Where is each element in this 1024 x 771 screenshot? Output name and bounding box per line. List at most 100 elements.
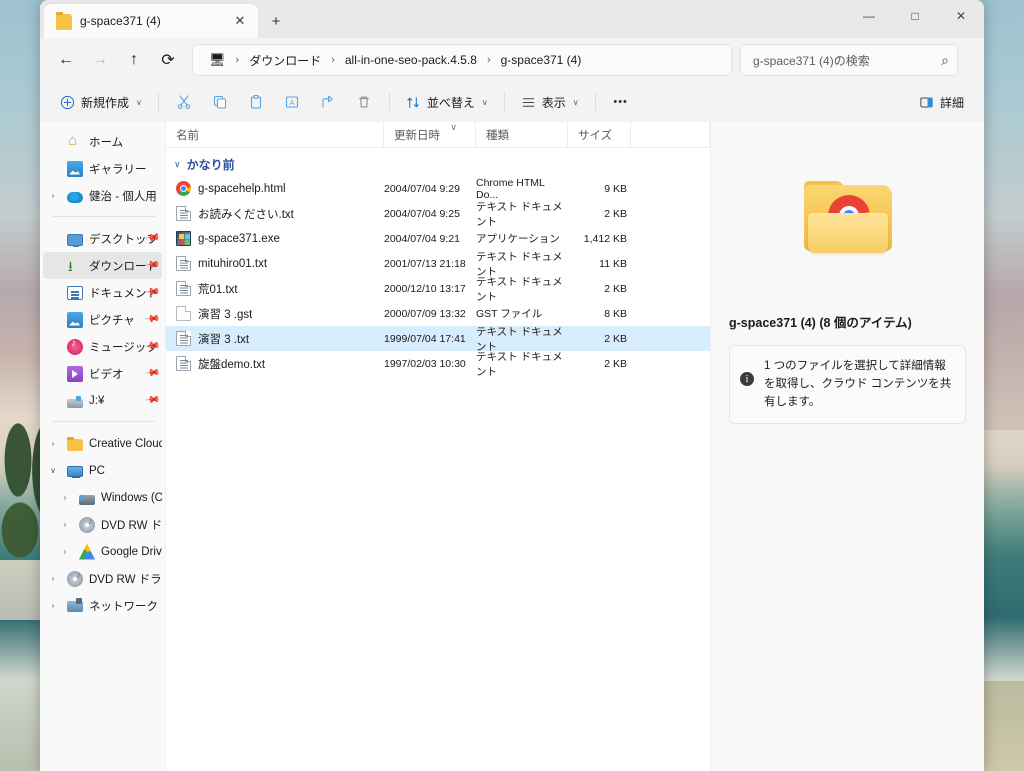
table-row[interactable]: お読みください.txt 2004/07/04 9:25 テキスト ドキュメント … (166, 201, 710, 228)
sidebar-item-desktop[interactable]: デスクトップ 📌 (43, 225, 162, 252)
delete-button[interactable] (347, 87, 381, 117)
column-header-type[interactable]: 種類 (476, 121, 568, 148)
sidebar-item-j-drive[interactable]: J:¥ 📌 (43, 387, 162, 414)
table-row[interactable]: mituhiro01.txt 2001/07/13 21:18 テキスト ドキュ… (166, 251, 710, 278)
sidebar-item-gallery[interactable]: ギャラリー (43, 155, 162, 182)
sidebar-item-label: Windows (C:) (101, 491, 162, 504)
share-icon (322, 95, 333, 108)
chevron-down-icon[interactable]: ∨ (174, 159, 181, 170)
sidebar-item-network[interactable]: › ネットワーク (43, 592, 162, 619)
chevron-right-icon[interactable]: › (45, 574, 61, 583)
sidebar-item-pictures[interactable]: ピクチャ 📌 (43, 306, 162, 333)
back-icon[interactable]: ← (50, 44, 82, 76)
file-type: アプリケーション (476, 233, 560, 245)
up-icon[interactable]: ↑ (118, 44, 150, 76)
file-name-cell: g-space371.exe (166, 231, 384, 246)
close-tab-icon[interactable]: ✕ (228, 9, 252, 33)
chevron-right-icon[interactable]: › (45, 601, 61, 610)
tab-g-space371[interactable]: g-space371 (4) ✕ (44, 4, 258, 38)
new-button[interactable]: 新規作成 ∨ (52, 87, 150, 117)
sort-button[interactable]: 並べ替え ∨ (398, 87, 496, 117)
sidebar-item-dvd-rw-c[interactable]: › DVD RW ドライブ (C (43, 511, 162, 538)
sidebar-item-label: 健治 - 個人用 (89, 190, 157, 203)
maximize-icon[interactable]: □ (892, 0, 938, 32)
toolbar-divider (594, 93, 596, 111)
folder-icon (67, 436, 83, 451)
file-size: 2 KB (604, 357, 627, 370)
rename-button[interactable]: A (275, 87, 309, 117)
column-header-size[interactable]: サイズ (568, 121, 631, 148)
title-bar: g-space371 (4) ✕ + — □ ✕ (40, 0, 984, 38)
navigation-pane[interactable]: ホーム ギャラリー › 健治 - 個人用 デスクトップ � (40, 122, 166, 771)
gallery-icon (67, 160, 83, 177)
breadcrumb-item-g-space371[interactable]: g-space371 (4) (495, 51, 588, 69)
sidebar-item-creative-cloud-files[interactable]: › Creative Cloud Files (43, 430, 162, 457)
more-options-button[interactable]: ••• (604, 87, 638, 117)
details-pane-button[interactable]: 詳細 (911, 87, 972, 117)
cut-button[interactable] (167, 87, 201, 117)
plus-circle-icon (60, 95, 75, 109)
sidebar-item-windows-c[interactable]: › Windows (C:) (43, 484, 162, 511)
folder-preview-icon (802, 179, 894, 255)
column-header-name[interactable]: 名前 (166, 121, 384, 148)
table-row[interactable]: g-spacehelp.html 2004/07/04 9:29 Chrome … (166, 176, 710, 201)
chevron-right-icon[interactable]: › (57, 547, 73, 556)
breadcrumb-this-pc-icon[interactable]: 🖥 (203, 50, 232, 70)
sidebar-item-onedrive[interactable]: › 健治 - 個人用 (43, 182, 162, 209)
view-button[interactable]: 表示 ∨ (513, 87, 587, 117)
pc-icon (67, 466, 83, 478)
table-row[interactable]: 旋盤demo.txt 1997/02/03 10:30 テキスト ドキュメント … (166, 350, 710, 378)
dvd-icon (67, 570, 83, 587)
group-header-long-ago[interactable]: ∨ かなり前 (166, 152, 710, 176)
address-bar-row: ← → ↑ ⟳ 🖥 › ダウンロード › all-in-one-seo-pack… (40, 38, 984, 82)
chevron-right-icon[interactable]: › (45, 191, 61, 200)
google-drive-icon (79, 543, 95, 560)
sidebar-item-downloads[interactable]: ダウンロード 📌 (43, 252, 162, 280)
table-row[interactable]: g-space371.exe 2004/07/04 9:21 アプリケーション … (166, 226, 710, 251)
chevron-right-icon[interactable]: › (57, 520, 73, 529)
file-size: 11 KB (599, 257, 627, 270)
column-header-date[interactable]: 更新日時 ∨ (384, 121, 476, 148)
details-info-text: 1 つのファイルを選択して詳細情報を取得し、クラウド コンテンツを共有します。 (764, 360, 952, 408)
sidebar-item-dvd-rw-g[interactable]: › DVD RW ドライブ (G: (43, 565, 162, 592)
chevron-icon (45, 234, 61, 243)
file-size: 2 KB (604, 207, 627, 220)
paste-button[interactable] (239, 87, 273, 117)
close-window-icon[interactable]: ✕ (938, 0, 984, 32)
folder-icon (56, 12, 72, 30)
chevron-right-icon[interactable]: › (45, 439, 61, 448)
sidebar-item-videos[interactable]: ビデオ 📌 (43, 360, 162, 387)
table-row[interactable]: 荒01.txt 2000/12/10 13:17 テキスト ドキュメント 2 K… (166, 276, 710, 303)
table-row[interactable]: 演習 3 .gst 2000/07/09 13:32 GST ファイル 8 KB (166, 301, 710, 326)
breadcrumb-item-all-in-one-seo-pack[interactable]: all-in-one-seo-pack.4.5.8 (339, 51, 483, 69)
toolbar-divider (388, 93, 390, 111)
breadcrumb-separator: › (486, 54, 491, 66)
search-icon[interactable]: ⌕ (941, 52, 949, 69)
search-input[interactable]: g-space371 (4)の検索 (753, 52, 935, 69)
copy-button[interactable] (203, 87, 237, 117)
refresh-icon[interactable]: ⟳ (152, 44, 184, 76)
sidebar-item-documents[interactable]: ドキュメント 📌 (43, 279, 162, 306)
sidebar-item-home[interactable]: ホーム (43, 128, 162, 155)
breadcrumb-item-downloads[interactable]: ダウンロード (243, 50, 327, 71)
chevron-right-icon[interactable]: › (57, 493, 73, 502)
minimize-icon[interactable]: — (846, 0, 892, 32)
file-explorer-window: g-space371 (4) ✕ + — □ ✕ ← → ↑ ⟳ 🖥 › ダウン… (40, 0, 984, 771)
column-header-date-label: 更新日時 (394, 129, 440, 142)
chevron-down-icon[interactable]: ∨ (45, 466, 61, 475)
file-name-cell: mituhiro01.txt (166, 256, 384, 271)
search-box[interactable]: g-space371 (4)の検索 ⌕ (740, 44, 958, 76)
table-row[interactable]: 演習 3 .txt 1999/07/04 17:41 テキスト ドキュメント 2… (166, 326, 710, 353)
sidebar-item-music[interactable]: ミュージック 📌 (43, 333, 162, 360)
share-button[interactable] (311, 87, 345, 117)
chevron-down-icon: ∨ (572, 97, 579, 107)
file-type: テキスト ドキュメント (476, 350, 563, 378)
blank-file-icon (176, 306, 191, 321)
breadcrumb[interactable]: 🖥 › ダウンロード › all-in-one-seo-pack.4.5.8 ›… (192, 44, 732, 76)
sidebar-item-google-drive[interactable]: › Google Drive (I:) (43, 538, 162, 565)
file-name: g-space371.exe (198, 232, 280, 245)
chevron-down-icon: ∨ (481, 97, 488, 107)
file-size: 2 KB (604, 332, 627, 345)
sidebar-item-pc[interactable]: ∨ PC (43, 457, 162, 484)
new-tab-icon[interactable]: + (264, 9, 288, 33)
